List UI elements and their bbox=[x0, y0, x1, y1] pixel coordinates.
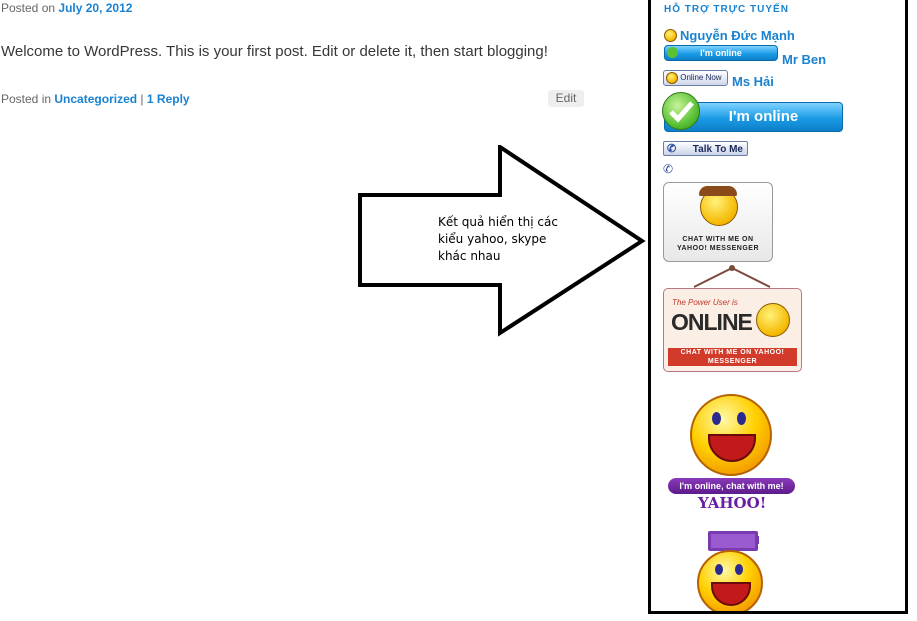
sign-footer: CHAT WITH ME ON YAHOO! MESSENGER bbox=[668, 348, 797, 366]
sign-header: The Power User is bbox=[672, 298, 738, 307]
post-date-link[interactable]: July 20, 2012 bbox=[58, 1, 132, 15]
contact-link-manh[interactable]: Nguyễn Đức Mạnh bbox=[680, 28, 795, 43]
checkmark-circle-icon bbox=[662, 92, 700, 130]
yahoo-chat-card[interactable]: CHAT WITH ME ON YAHOO! MESSENGER bbox=[663, 182, 773, 262]
status-bar-cap bbox=[755, 536, 759, 544]
badge-label: I'm online bbox=[700, 48, 742, 58]
posted-in-label: Posted in bbox=[1, 92, 52, 106]
status-bar-icon bbox=[708, 531, 758, 551]
talk-to-me-button[interactable]: ✆ Talk To Me bbox=[663, 141, 748, 156]
yahoo-smiley-icon-2 bbox=[697, 550, 763, 611]
cowboy-smiley-icon bbox=[699, 186, 738, 226]
big-online-label: I'm online bbox=[728, 108, 799, 125]
annotation-text: Kết quả hiển thị các kiểu yahoo, skype k… bbox=[438, 215, 558, 263]
chat-with-me-pill[interactable]: I'm online, chat with me! bbox=[668, 478, 795, 494]
online-now-badge[interactable]: Online Now bbox=[663, 70, 728, 86]
checkmark-icon bbox=[667, 47, 678, 58]
reply-link[interactable]: 1 Reply bbox=[147, 92, 190, 106]
power-user-online-sign[interactable]: The Power User is ONLINE CHAT WITH ME ON… bbox=[663, 288, 802, 372]
sign-hanger bbox=[693, 265, 771, 288]
post-footer: Posted in Uncategorized | 1 Reply bbox=[1, 92, 190, 106]
yahoo-laughing-smiley-icon bbox=[690, 394, 772, 476]
contact-link-ben[interactable]: Mr Ben bbox=[782, 52, 826, 67]
im-online-badge-small[interactable]: I'm online bbox=[664, 45, 778, 61]
support-sidebar: HỖ TRỢ TRỰC TUYẾN Nguyễn Đức Mạnh I'm on… bbox=[648, 0, 908, 614]
sidebar-title: HỖ TRỢ TRỰC TUYẾN bbox=[664, 4, 789, 15]
yahoo-logo: YAHOO! bbox=[698, 494, 767, 512]
post-date-line: Posted on July 20, 2012 bbox=[1, 1, 132, 15]
phone-icon: ✆ bbox=[667, 143, 677, 155]
footer-separator: | bbox=[140, 92, 144, 106]
talk-label: Talk To Me bbox=[692, 144, 743, 155]
contact-link-hai[interactable]: Ms Hải bbox=[732, 74, 774, 89]
edit-button[interactable]: Edit bbox=[548, 90, 584, 107]
sign-online: ONLINE bbox=[671, 309, 753, 335]
posted-on-label: Posted on bbox=[1, 1, 56, 15]
yahoo-smiley-icon bbox=[664, 29, 677, 42]
card-caption: CHAT WITH ME ON YAHOO! MESSENGER bbox=[676, 236, 760, 252]
smiley-icon bbox=[666, 71, 678, 84]
skype-phone-icon[interactable]: ✆ bbox=[663, 162, 673, 176]
post-content: Welcome to WordPress. This is your first… bbox=[1, 43, 548, 60]
category-link[interactable]: Uncategorized bbox=[54, 92, 137, 106]
online-now-label: Online Now bbox=[680, 73, 722, 82]
sign-smiley-icon bbox=[756, 303, 790, 337]
